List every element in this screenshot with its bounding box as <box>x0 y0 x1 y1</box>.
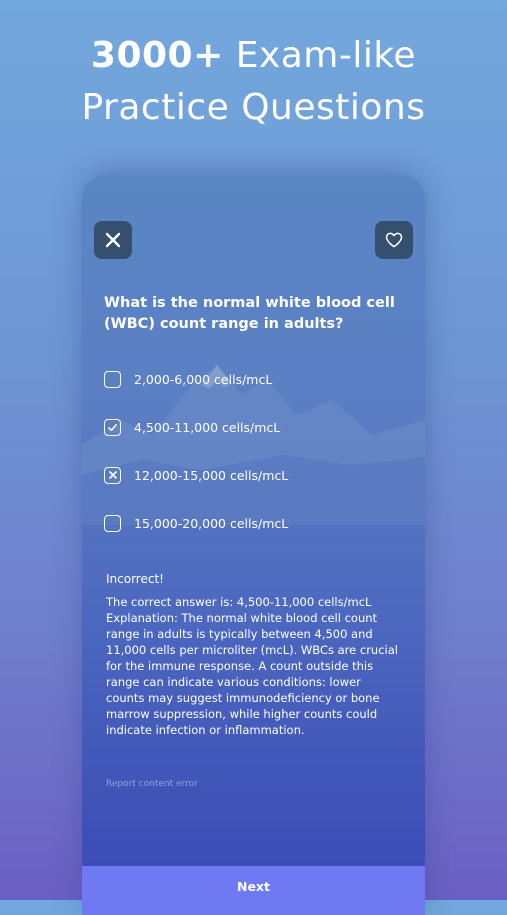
answer-option-4[interactable]: 15,000-20,000 cells/mcL <box>104 512 404 534</box>
answer-option-label: 15,000-20,000 cells/mcL <box>134 515 289 531</box>
phone-screen: What is the normal white blood cell (WBC… <box>82 175 425 915</box>
answer-explanation: The correct answer is: 4,500-11,000 cell… <box>106 595 398 737</box>
headline-count: 3000+ <box>90 35 224 76</box>
headline-line-1: 3000+ Exam-like <box>0 30 507 82</box>
favorite-button[interactable] <box>375 221 413 259</box>
checkmark-glyph <box>108 423 117 431</box>
cross-icon[interactable] <box>104 466 121 484</box>
promo-headline: 3000+ Exam-like Practice Questions <box>0 30 507 134</box>
empty-checkbox-icon[interactable] <box>104 370 121 388</box>
answer-option-label: 12,000-15,000 cells/mcL <box>134 467 289 483</box>
answer-option-label: 2,000-6,000 cells/mcL <box>134 371 273 387</box>
heart-icon <box>385 232 403 248</box>
answer-option-1[interactable]: 2,000-6,000 cells/mcL <box>104 368 404 390</box>
headline-line-1-rest: Exam-like <box>223 35 417 76</box>
result-status: Incorrect! <box>106 572 164 586</box>
close-button[interactable] <box>94 221 132 259</box>
checkmark-icon[interactable] <box>104 418 121 436</box>
question-text: What is the normal white blood cell (WBC… <box>104 295 395 332</box>
report-content-error-link[interactable]: Report content error <box>106 779 198 789</box>
close-icon <box>105 232 121 248</box>
answer-option-2[interactable]: 4,500-11,000 cells/mcL <box>104 416 404 438</box>
answer-option-3[interactable]: 12,000-15,000 cells/mcL <box>104 464 404 486</box>
answer-option-label: 4,500-11,000 cells/mcL <box>134 419 281 435</box>
next-button[interactable]: Next <box>82 866 425 915</box>
empty-checkbox-icon[interactable] <box>104 514 121 532</box>
cross-glyph <box>108 471 117 479</box>
headline-line-2: Practice Questions <box>81 87 426 128</box>
